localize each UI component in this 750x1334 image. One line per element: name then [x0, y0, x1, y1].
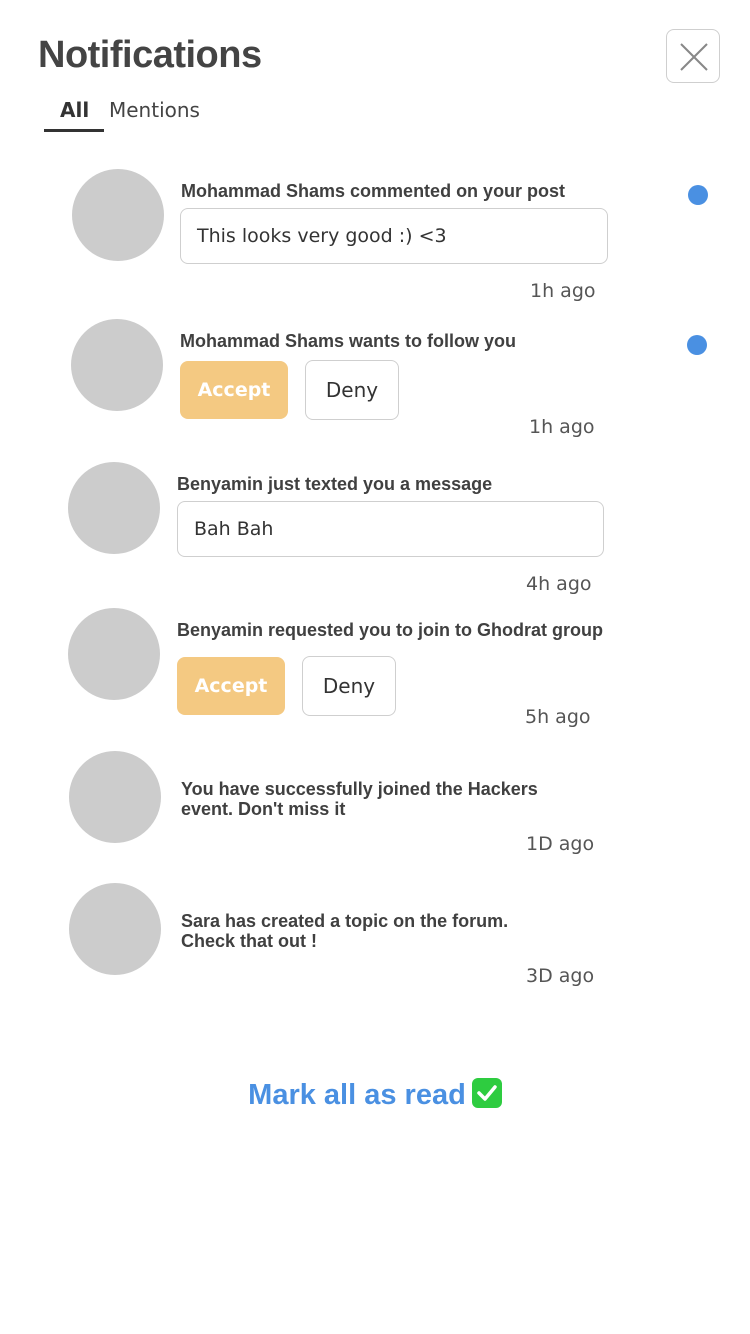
notification-time: 5h ago: [525, 706, 591, 728]
avatar: [71, 319, 163, 411]
notification-text: You have successfully joined the Hackers…: [181, 779, 538, 819]
notification-text: Benyamin requested you to join to Ghodra…: [177, 620, 604, 640]
notification-text: Sara has created a topic on the forum. C…: [181, 911, 509, 951]
message-preview: This looks very good :) <3: [180, 208, 608, 264]
avatar: [69, 751, 161, 843]
avatar: [68, 462, 160, 554]
avatar: [72, 169, 164, 261]
mark-all-read-label: Mark all as read: [248, 1079, 466, 1111]
tab-mentions[interactable]: Mentions: [109, 98, 200, 122]
notification-time: 1h ago: [529, 416, 595, 438]
accept-button[interactable]: Accept: [177, 657, 285, 715]
notification-text: Mohammad Shams commented on your post: [181, 181, 566, 201]
notification-text: Benyamin just texted you a message: [177, 474, 493, 494]
mark-all-read-button[interactable]: Mark all as read: [0, 1078, 750, 1112]
avatar: [68, 608, 160, 700]
accept-button[interactable]: Accept: [180, 361, 288, 419]
message-preview: Bah Bah: [177, 501, 604, 557]
avatar: [69, 883, 161, 975]
tab-all[interactable]: All: [44, 98, 104, 132]
notification-time: 4h ago: [526, 573, 592, 595]
deny-button[interactable]: Deny: [302, 656, 396, 716]
notification-time: 3D ago: [526, 965, 595, 987]
unread-dot-icon: [687, 335, 707, 355]
notification-time: 1h ago: [530, 280, 596, 302]
notification-text: Mohammad Shams wants to follow you: [180, 331, 517, 351]
deny-button[interactable]: Deny: [305, 360, 399, 420]
check-icon: [471, 1078, 502, 1108]
unread-dot-icon: [688, 185, 708, 205]
close-icon: [680, 43, 708, 71]
page-title: Notifications: [38, 34, 262, 76]
close-button[interactable]: [666, 29, 720, 83]
notification-time: 1D ago: [526, 833, 595, 855]
